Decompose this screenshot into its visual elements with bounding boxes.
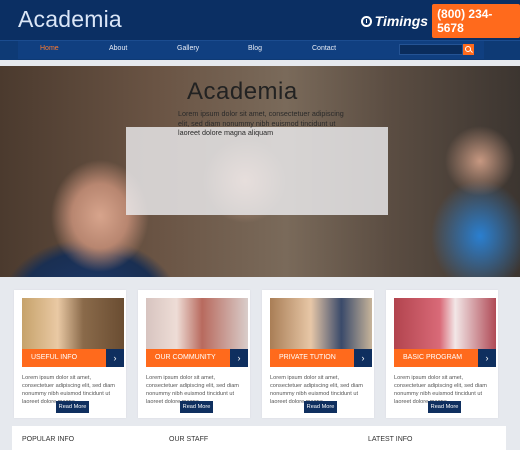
info-section: POPULAR INFO OUR STAFF LATEST INFO (12, 426, 506, 450)
read-more-button[interactable]: Read More (56, 401, 89, 413)
card-our-community: OUR COMMUNITY › Lorem ipsum dolor sit am… (138, 290, 250, 418)
hero-caption-box (126, 127, 388, 215)
nav-item-contact[interactable]: Contact (312, 45, 336, 52)
card-caption[interactable]: USEFUL INFO (22, 349, 106, 367)
phone-number[interactable]: (800) 234-5678 (432, 4, 520, 38)
read-more-button[interactable]: Read More (304, 401, 337, 413)
site-header: Academia Timings (800) 234-5678 (0, 0, 520, 40)
card-caption[interactable]: PRIVATE TUTION (270, 349, 354, 367)
card-private-tution: PRIVATE TUTION › Lorem ipsum dolor sit a… (262, 290, 374, 418)
chevron-right-icon[interactable]: › (478, 349, 496, 367)
chevron-right-icon[interactable]: › (230, 349, 248, 367)
our-staff-heading: OUR STAFF (169, 436, 209, 443)
chevron-right-icon[interactable]: › (106, 349, 124, 367)
nav-item-about[interactable]: About (109, 45, 127, 52)
card-useful-info: USEFUL INFO › Lorem ipsum dolor sit amet… (14, 290, 126, 418)
timings-contact: Timings (800) 234-5678 (361, 4, 520, 38)
search-input[interactable] (399, 44, 463, 55)
read-more-button[interactable]: Read More (180, 401, 213, 413)
chevron-right-icon[interactable]: › (354, 349, 372, 367)
nav-item-blog[interactable]: Blog (248, 45, 262, 52)
read-more-button[interactable]: Read More (428, 401, 461, 413)
main-nav: Home About Gallery Blog Contact (0, 40, 520, 60)
clock-icon (361, 15, 372, 27)
search-icon[interactable] (463, 44, 474, 55)
card-basic-program: BASIC PROGRAM › Lorem ipsum dolor sit am… (386, 290, 498, 418)
site-logo[interactable]: Academia (18, 6, 122, 33)
latest-info-heading: LATEST INFO (368, 436, 413, 443)
hero-text: Lorem ipsum dolor sit amet, consectetuer… (178, 109, 344, 138)
nav-item-gallery[interactable]: Gallery (177, 45, 199, 52)
hero-title: Academia (187, 78, 298, 105)
nav-item-home[interactable]: Home (40, 45, 59, 52)
card-caption[interactable]: BASIC PROGRAM (394, 349, 478, 367)
popular-info-heading: POPULAR INFO (22, 436, 75, 443)
timings-label: Timings (374, 13, 429, 29)
card-caption[interactable]: OUR COMMUNITY (146, 349, 230, 367)
